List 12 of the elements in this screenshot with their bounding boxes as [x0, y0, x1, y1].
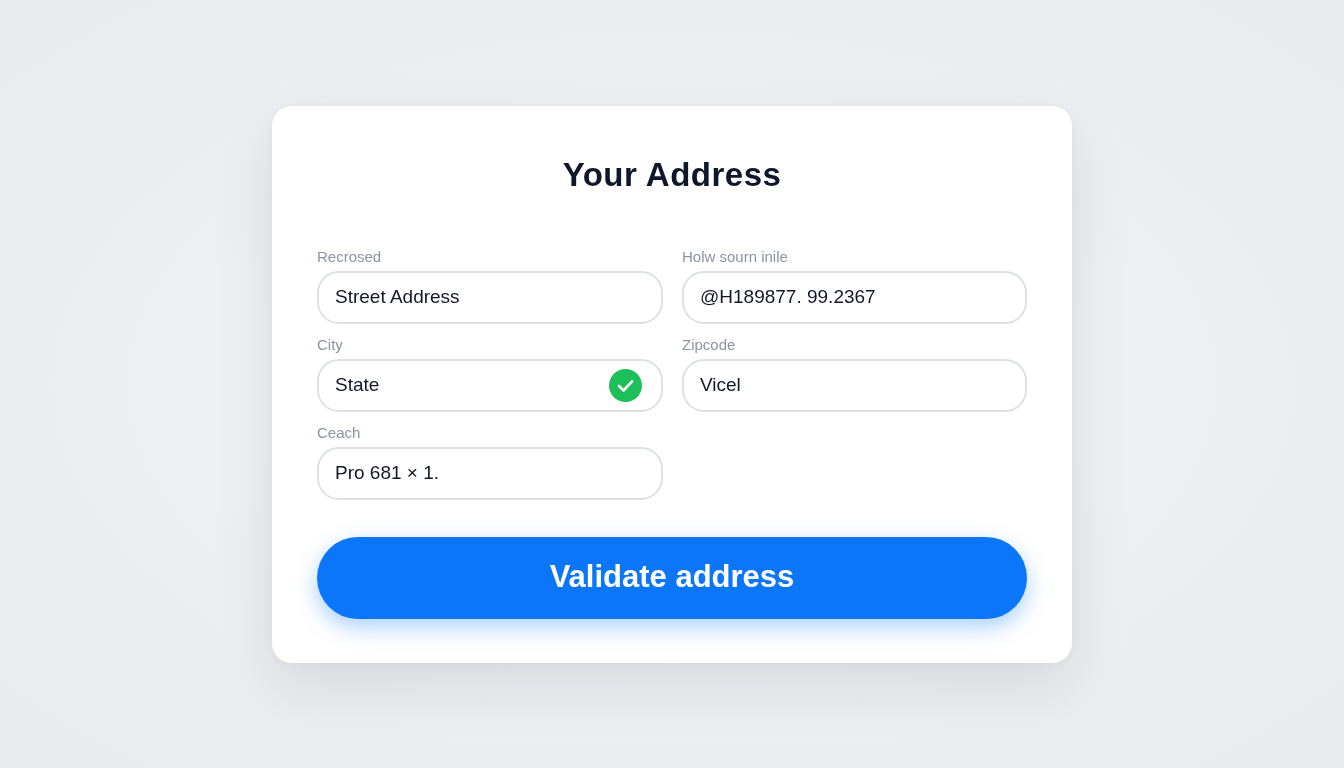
input-field[interactable]: Pro 681 × 1.: [317, 446, 663, 500]
input-field[interactable]: Vicel: [682, 358, 1027, 412]
input-field[interactable]: Street Address: [317, 270, 663, 324]
validate-button[interactable]: Validate address: [317, 536, 1027, 619]
field-label: Holw sourn inile: [682, 247, 788, 266]
field-label: Zipcode: [682, 335, 736, 354]
card-title: Your Address: [561, 155, 783, 194]
input-field[interactable]: State: [317, 358, 663, 412]
field-label: Ceach: [317, 423, 361, 442]
field-label: Recrosed: [317, 247, 382, 266]
input-field[interactable]: @H189877. 99.2367: [682, 270, 1027, 324]
field-label: City: [317, 335, 343, 354]
